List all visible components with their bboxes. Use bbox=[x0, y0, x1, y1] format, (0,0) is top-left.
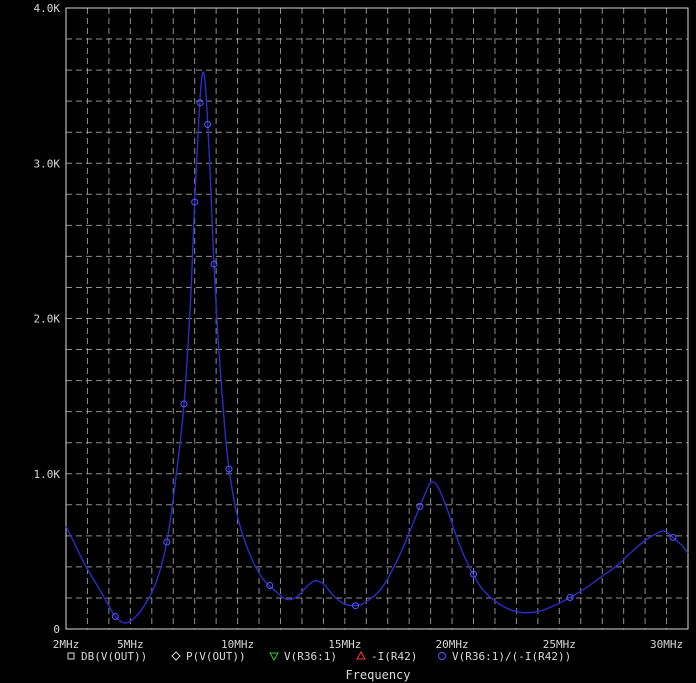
legend-label: -I(R42) bbox=[371, 650, 417, 663]
x-tick-label: 2MHz bbox=[53, 638, 80, 651]
legend-marker-triangle-down-icon bbox=[269, 652, 279, 662]
legend-marker-circle-icon bbox=[438, 652, 446, 660]
y-tick-label: 0 bbox=[53, 623, 60, 636]
plot-area: 0 1.0K 2.0K 3.0K 4.0K 2MHz 5MHz 10MHz 15MHz 20MH… bbox=[34, 2, 689, 682]
legend-marker-diamond-icon bbox=[171, 651, 181, 661]
y-axis-ticks: 0 1.0K 2.0K 3.0K 4.0K bbox=[34, 2, 61, 636]
legend-label: V(R36:1) bbox=[284, 650, 337, 663]
series-line bbox=[65, 71, 689, 624]
grid bbox=[65, 8, 689, 629]
y-tick-label: 3.0K bbox=[34, 157, 61, 170]
x-tick-label: 30MHz bbox=[650, 638, 683, 651]
x-axis-label: Frequency bbox=[345, 668, 410, 682]
legend-label: V(R36:1)/(-I(R42)) bbox=[452, 650, 571, 663]
y-tick-label: 2.0K bbox=[34, 313, 61, 326]
legend: DB(V(OUT)) P(V(OUT)) V(R36:1) -I(R42) V(R36:… bbox=[67, 650, 571, 663]
legend-label: DB(V(OUT)) bbox=[81, 650, 147, 663]
legend-marker-square-icon bbox=[67, 652, 75, 660]
legend-label: P(V(OUT)) bbox=[186, 650, 246, 663]
x-axis-ticks: 2MHz 5MHz 10MHz 15MHz 20MHz 25MHz 30MHz bbox=[53, 638, 683, 651]
y-tick-label: 4.0K bbox=[34, 2, 61, 15]
legend-marker-triangle-up-icon bbox=[356, 650, 366, 660]
y-tick-label: 1.0K bbox=[34, 468, 61, 481]
series-layer bbox=[65, 71, 689, 624]
